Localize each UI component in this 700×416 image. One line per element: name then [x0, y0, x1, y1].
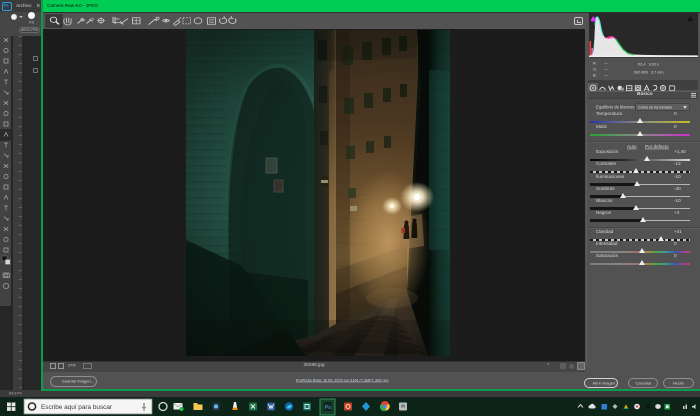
svg-text:Escribe aquí para buscar: Escribe aquí para buscar: [41, 404, 113, 411]
svg-text:Ps: Ps: [325, 405, 332, 411]
